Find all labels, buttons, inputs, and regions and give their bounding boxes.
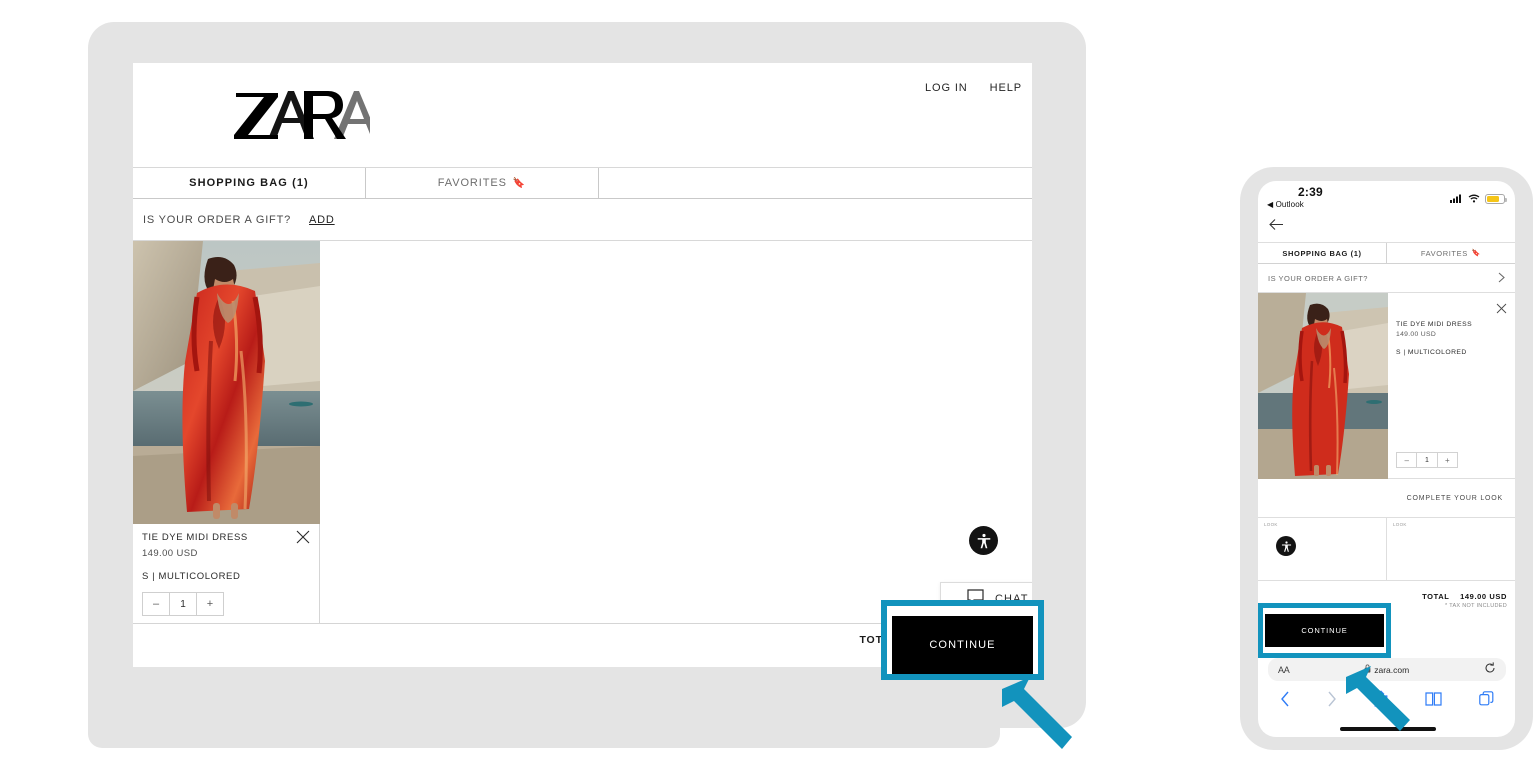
bookmark-icon: 🔖 <box>512 177 527 189</box>
phone-status-bar: 2:39 ◀ Outlook <box>1258 181 1515 215</box>
phone-product-variant: S | MULTICOLORED <box>1396 349 1467 356</box>
phone-total-value: 149.00 USD <box>1460 592 1507 601</box>
look-card-1-label: LOOK <box>1264 522 1278 527</box>
chevron-right-icon <box>1498 272 1505 285</box>
bookmarks-icon[interactable] <box>1425 691 1442 711</box>
utility-nav: LOG IN HELP <box>925 82 1022 94</box>
status-time: 2:39 <box>1298 185 1323 199</box>
product-title: TIE DYE MIDI DRESS <box>142 532 248 543</box>
screenshot-stage: LOG IN HELP SHOPPING BAG (1) FAVORITES 🔖… <box>0 0 1533 771</box>
product-image[interactable] <box>133 241 320 524</box>
look-card-2-label: LOOK <box>1393 522 1407 527</box>
reload-icon[interactable] <box>1484 661 1496 679</box>
signal-bars-icon <box>1450 190 1463 208</box>
shopping-bag-body: TIE DYE MIDI DRESS 149.00 USD S | MULTIC… <box>133 241 1032 623</box>
log-in-link[interactable]: LOG IN <box>925 82 968 94</box>
look-cards: LOOK LOOK <box>1258 518 1515 580</box>
phone-tab-shopping-bag[interactable]: SHOPPING BAG (1) <box>1258 243 1387 263</box>
quantity-decrease-button[interactable]: – <box>143 593 169 615</box>
back-icon[interactable] <box>1280 691 1290 712</box>
phone-tab-favorites[interactable]: FAVORITES 🔖 <box>1387 243 1515 263</box>
quantity-increase-button[interactable]: + <box>197 593 223 615</box>
desktop-browser-screen: LOG IN HELP SHOPPING BAG (1) FAVORITES 🔖… <box>133 63 1032 667</box>
gift-add-link[interactable]: ADD <box>309 214 335 226</box>
pointer-arrow-phone <box>1344 664 1416 743</box>
tab-shopping-bag-label: SHOPPING BAG (1) <box>189 177 309 189</box>
bag-empty-area <box>320 241 1032 623</box>
phone-product-info: TIE DYE MIDI DRESS 149.00 USD S | MULTIC… <box>1388 293 1515 478</box>
pointer-arrow-desktop <box>1000 675 1080 762</box>
gift-question: IS YOUR ORDER A GIFT? <box>143 213 292 226</box>
arrow-left-icon[interactable] <box>1268 218 1284 236</box>
accessibility-icon[interactable] <box>1276 536 1296 556</box>
bag-item: TIE DYE MIDI DRESS 149.00 USD S | MULTIC… <box>133 241 320 623</box>
tab-favorites-label: FAVORITES <box>437 177 507 189</box>
help-link[interactable]: HELP <box>990 82 1022 94</box>
status-back-app[interactable]: ◀ Outlook <box>1267 200 1304 209</box>
phone-tab-bar: SHOPPING BAG (1) FAVORITES 🔖 <box>1258 242 1515 264</box>
quantity-stepper: – 1 + <box>142 592 224 616</box>
phone-product-price: 149.00 USD <box>1396 331 1437 338</box>
product-variant: S | MULTICOLORED <box>142 571 241 582</box>
wifi-icon <box>1468 190 1480 208</box>
complete-your-look-header: COMPLETE YOUR LOOK <box>1258 479 1515 518</box>
phone-gift-row[interactable]: IS YOUR ORDER A GIFT? <box>1258 264 1515 293</box>
remove-item-icon[interactable] <box>296 530 310 544</box>
phone-quantity-increase-button[interactable]: + <box>1438 453 1457 467</box>
bookmark-icon: 🔖 <box>1471 250 1482 257</box>
phone-product-image[interactable] <box>1258 293 1388 479</box>
phone-tab-shopping-bag-label: SHOPPING BAG (1) <box>1282 248 1362 258</box>
accessibility-icon[interactable] <box>969 526 998 555</box>
complete-your-look-label: COMPLETE YOUR LOOK <box>1406 494 1503 502</box>
zara-logo[interactable] <box>230 83 379 145</box>
text-size-button[interactable]: AA <box>1278 665 1290 675</box>
phone-tax-note: * TAX NOT INCLUDED <box>1445 603 1507 609</box>
forward-icon <box>1327 691 1337 712</box>
look-card-1[interactable]: LOOK <box>1258 518 1387 580</box>
tab-favorites[interactable]: FAVORITES 🔖 <box>366 168 599 198</box>
continue-button-phone[interactable]: CONTINUE <box>1265 614 1384 647</box>
highlight-box-phone: CONTINUE <box>1258 603 1391 658</box>
tabs-icon[interactable] <box>1478 691 1494 711</box>
look-card-2[interactable]: LOOK <box>1387 518 1515 580</box>
status-icons <box>1450 190 1507 208</box>
tab-shopping-bag[interactable]: SHOPPING BAG (1) <box>133 168 366 198</box>
phone-remove-item-icon[interactable] <box>1496 301 1507 319</box>
phone-nav-bar <box>1258 215 1515 242</box>
phone-bag-item: TIE DYE MIDI DRESS 149.00 USD S | MULTIC… <box>1258 293 1515 479</box>
battery-low-power-icon <box>1485 194 1507 204</box>
laptop-base <box>88 700 1000 748</box>
phone-quantity-value: 1 <box>1416 453 1438 467</box>
phone-total-label: TOTAL <box>1422 592 1450 601</box>
continue-button-phone-label: CONTINUE <box>1301 626 1348 635</box>
phone-quantity-decrease-button[interactable]: – <box>1397 453 1416 467</box>
desktop-tab-bar: SHOPPING BAG (1) FAVORITES 🔖 <box>133 167 1032 199</box>
phone-quantity-stepper: – 1 + <box>1396 452 1458 468</box>
highlight-box-desktop: CONTINUE <box>881 600 1044 680</box>
phone-product-title: TIE DYE MIDI DRESS <box>1396 321 1473 328</box>
product-price: 149.00 USD <box>142 548 198 559</box>
desktop-header: LOG IN HELP <box>133 63 1032 167</box>
phone-tab-favorites-label: FAVORITES <box>1420 248 1468 258</box>
tab-bar-filler <box>599 168 1032 198</box>
phone-gift-question: IS YOUR ORDER A GIFT? <box>1268 273 1368 283</box>
continue-button-desktop-label: CONTINUE <box>929 639 996 651</box>
product-info: TIE DYE MIDI DRESS 149.00 USD S | MULTIC… <box>133 524 319 623</box>
phone-totals-block: TOTAL 149.00 USD * TAX NOT INCLUDED <box>1422 592 1507 609</box>
continue-button-desktop[interactable]: CONTINUE <box>892 616 1033 674</box>
quantity-value: 1 <box>169 593 197 615</box>
gift-row: IS YOUR ORDER A GIFT? ADD <box>133 199 1032 241</box>
